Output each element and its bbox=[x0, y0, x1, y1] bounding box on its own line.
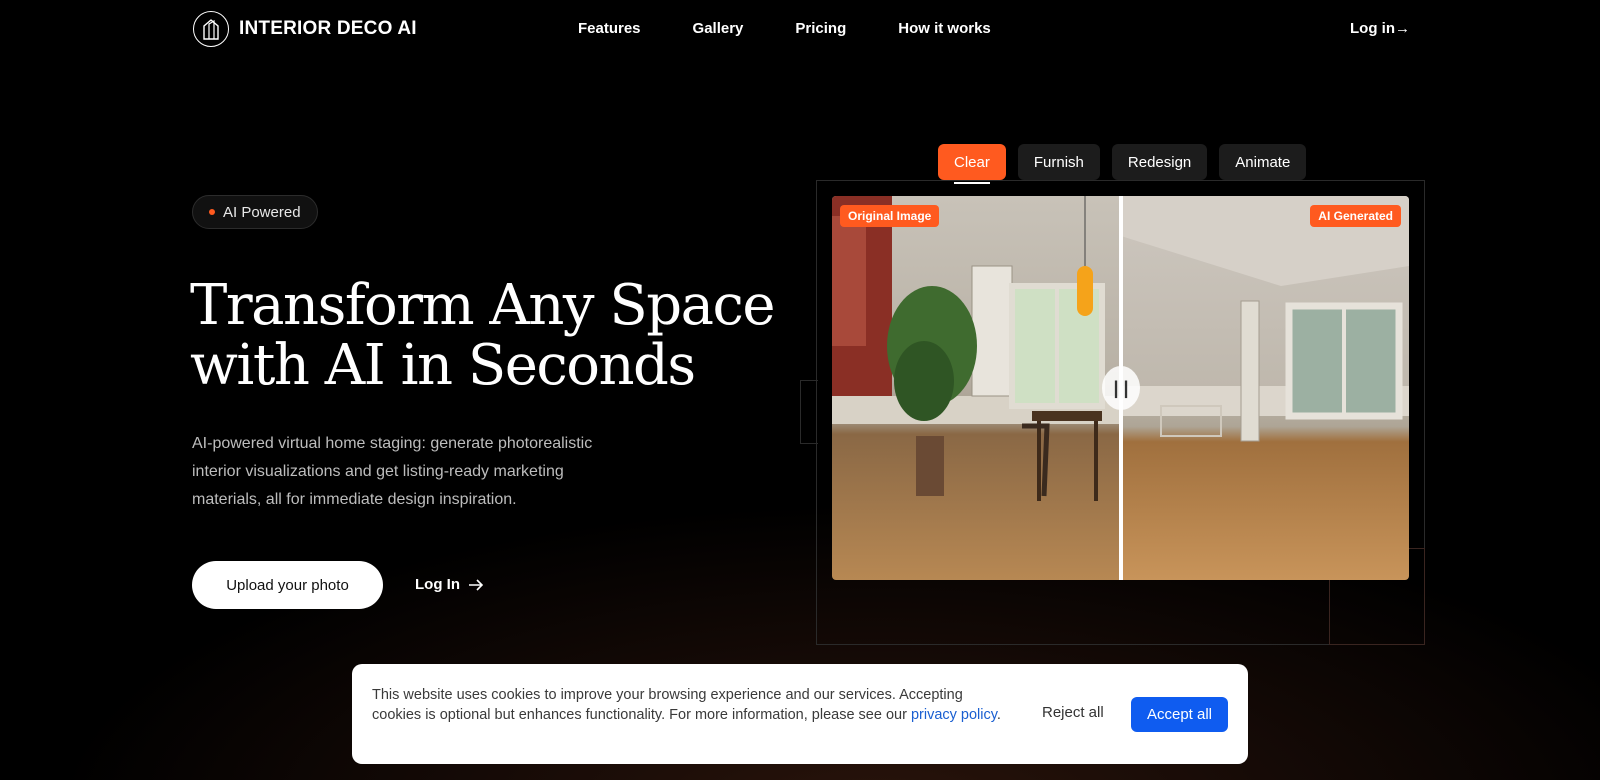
tab-animate[interactable]: Animate bbox=[1219, 144, 1307, 180]
before-after-slider[interactable]: | | Original Image AI Generated bbox=[832, 196, 1409, 580]
accept-all-button[interactable]: Accept all bbox=[1131, 697, 1228, 732]
hero-title: Transform Any Space with AI in Seconds bbox=[190, 276, 790, 396]
nav-link-gallery[interactable]: Gallery bbox=[693, 20, 744, 37]
decorative-bracket bbox=[800, 380, 818, 444]
tab-redesign[interactable]: Redesign bbox=[1111, 144, 1208, 180]
nav-link-how-it-works[interactable]: How it works bbox=[898, 20, 991, 37]
hero-title-line2: with AI in Seconds bbox=[190, 333, 696, 398]
upload-photo-button[interactable]: Upload your photo bbox=[192, 561, 383, 609]
nav-links: Features Gallery Pricing How it works bbox=[578, 20, 991, 37]
privacy-policy-link[interactable]: privacy policy bbox=[911, 707, 997, 723]
hero-login-link[interactable]: Log In bbox=[415, 576, 484, 593]
hero-login-label: Log In bbox=[415, 576, 460, 593]
badge-label: AI Powered bbox=[223, 203, 301, 221]
nav-link-pricing[interactable]: Pricing bbox=[795, 20, 846, 37]
tab-furnish[interactable]: Furnish bbox=[1017, 144, 1100, 180]
brand-logo[interactable]: INTERIOR DECO AI bbox=[193, 11, 417, 47]
top-nav: INTERIOR DECO AI Features Gallery Pricin… bbox=[0, 0, 1600, 60]
ai-powered-badge: AI Powered bbox=[192, 195, 318, 229]
cookie-banner: This website uses cookies to improve you… bbox=[352, 664, 1248, 764]
cookie-message-text: This website uses cookies to improve you… bbox=[372, 687, 963, 723]
cookie-message: This website uses cookies to improve you… bbox=[372, 685, 1002, 725]
arrow-right-icon bbox=[469, 578, 484, 591]
cookie-message-end: . bbox=[996, 707, 1001, 723]
nav-login-link[interactable]: Log in→ bbox=[1350, 20, 1410, 37]
mode-tabs: Clear Furnish Redesign Animate bbox=[938, 144, 1307, 184]
reject-all-button[interactable]: Reject all bbox=[1042, 704, 1104, 721]
original-room-image bbox=[832, 196, 1121, 580]
hero-title-line1: Transform Any Space bbox=[190, 273, 775, 338]
brand-name: INTERIOR DECO AI bbox=[239, 18, 417, 39]
tab-clear[interactable]: Clear bbox=[938, 144, 1006, 184]
house-icon bbox=[193, 11, 229, 47]
drag-handle-icon[interactable]: | | bbox=[1102, 366, 1140, 410]
ai-generated-label: AI Generated bbox=[1310, 205, 1401, 227]
nav-link-features[interactable]: Features bbox=[578, 20, 641, 37]
ai-generated-room-image bbox=[1121, 196, 1409, 580]
original-image-label: Original Image bbox=[840, 205, 940, 227]
hero-description: AI-powered virtual home staging: generat… bbox=[192, 435, 593, 508]
status-dot-icon bbox=[209, 209, 215, 215]
